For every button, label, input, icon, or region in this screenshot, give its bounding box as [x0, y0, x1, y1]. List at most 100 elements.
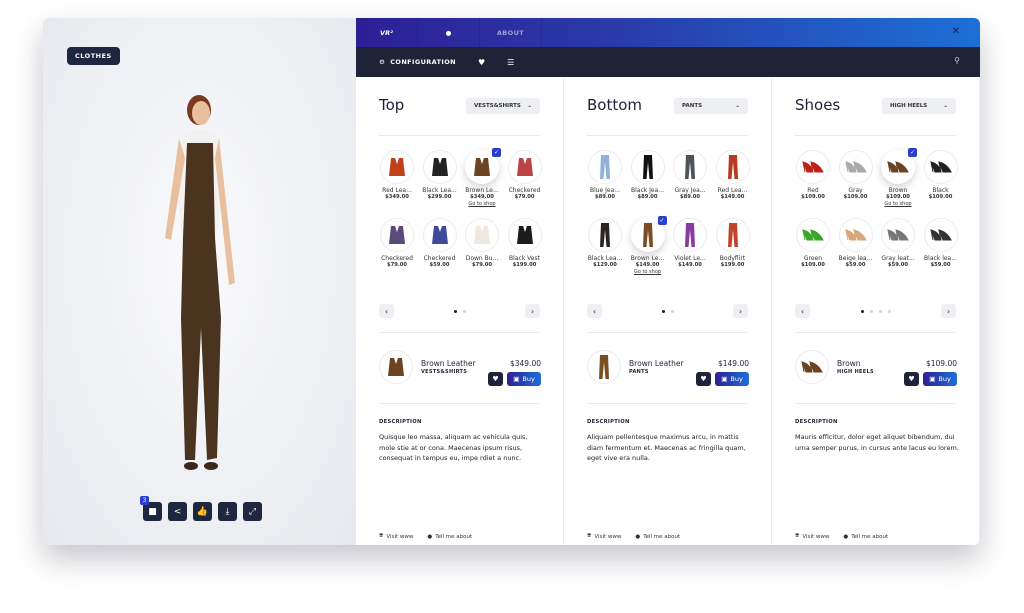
- visit-link[interactable]: 🌐︎ Visit www: [587, 533, 621, 540]
- page-dot[interactable]: [887, 310, 891, 313]
- product-item[interactable]: ✓ Brown $109.00 Go to shop: [877, 148, 919, 207]
- product-name: Brown Le...: [465, 187, 499, 194]
- chat-icon: ●: [843, 533, 849, 540]
- go-to-shop-link[interactable]: Go to shop: [877, 201, 919, 207]
- product-thumbnail[interactable]: [673, 218, 707, 252]
- product-item[interactable]: Green $109.00: [792, 218, 834, 268]
- product-item[interactable]: Black Vest $199.00: [504, 218, 546, 268]
- download-icon-glyph: ⤓: [225, 506, 230, 517]
- product-item[interactable]: Bodyflirt $199.00: [712, 218, 754, 268]
- product-thumbnail[interactable]: ✓: [465, 148, 501, 184]
- product-name: Black Vest: [509, 255, 540, 262]
- product-item[interactable]: Red $109.00: [792, 150, 834, 200]
- nav-about[interactable]: ABOUT: [480, 18, 542, 47]
- product-thumbnail[interactable]: [838, 218, 873, 252]
- logo[interactable]: VR²: [356, 18, 418, 47]
- product-thumbnail[interactable]: [507, 150, 542, 184]
- buy-button[interactable]: ▣ Buy: [923, 372, 957, 386]
- product-thumbnail[interactable]: [796, 218, 830, 252]
- product-thumbnail[interactable]: [881, 218, 915, 252]
- product-item[interactable]: Checkered $79.00: [504, 150, 546, 200]
- product-item[interactable]: ✓ Brown Le... $349.00 Go to shop: [461, 148, 503, 207]
- favorite-button[interactable]: ♥: [696, 372, 711, 386]
- product-item[interactable]: Gray Jea... $89.00: [669, 150, 711, 200]
- product-item[interactable]: Gray leat... $59.00: [877, 218, 919, 268]
- product-thumbnail[interactable]: [630, 150, 665, 184]
- tell-label: Tell me about: [851, 533, 889, 540]
- product-name: Red Lea...: [382, 187, 412, 194]
- next-page-button[interactable]: ›: [733, 304, 748, 318]
- thumbs-up-icon[interactable]: 👍: [193, 502, 212, 521]
- page-dot[interactable]: [878, 310, 882, 313]
- product-thumbnail[interactable]: [422, 218, 457, 252]
- product-thumbnail[interactable]: [796, 150, 830, 184]
- product-item[interactable]: Black Lea... $299.00: [419, 150, 461, 200]
- product-thumbnail[interactable]: [465, 218, 499, 252]
- product-thumbnail[interactable]: [673, 150, 707, 184]
- column-bottom: Bottom PANTS ⌄ Blue Jea... $89.00 Black J…: [564, 77, 772, 545]
- product-thumbnail[interactable]: [588, 218, 622, 252]
- product-thumbnail[interactable]: [380, 150, 414, 184]
- page-dot[interactable]: [869, 310, 873, 313]
- product-thumbnail[interactable]: [715, 150, 750, 184]
- expand-icon[interactable]: ⤢: [243, 502, 262, 521]
- favorite-button[interactable]: ♥: [904, 372, 919, 386]
- product-thumbnail[interactable]: [923, 218, 958, 252]
- page-dot[interactable]: [453, 310, 457, 313]
- category-select[interactable]: PANTS ⌄: [674, 98, 748, 114]
- close-icon[interactable]: ✕: [952, 26, 960, 37]
- product-item[interactable]: Gray $109.00: [835, 150, 877, 200]
- chat-icon[interactable]: ●: [418, 18, 480, 47]
- product-thumbnail[interactable]: [380, 218, 414, 252]
- page-dot[interactable]: [670, 310, 674, 313]
- go-to-shop-link[interactable]: Go to shop: [461, 201, 503, 207]
- page-dot[interactable]: [462, 310, 466, 313]
- product-thumbnail[interactable]: [422, 150, 457, 184]
- visit-link[interactable]: 🌐︎ Visit www: [379, 533, 413, 540]
- product-item[interactable]: Red Lea... $349.00: [376, 150, 418, 200]
- product-item[interactable]: Red Lea... $149.00: [712, 150, 754, 200]
- product-thumbnail[interactable]: [715, 218, 750, 252]
- tell-me-link[interactable]: ● Tell me about: [427, 533, 472, 540]
- product-item[interactable]: Checkered $79.00: [376, 218, 418, 268]
- next-page-button[interactable]: ›: [941, 304, 956, 318]
- product-item[interactable]: Black Lea... $129.00: [584, 218, 626, 268]
- page-dot[interactable]: [860, 310, 864, 313]
- product-item[interactable]: Black $109.00: [920, 150, 962, 200]
- tab-configuration[interactable]: ⚙ CONFIGURATION: [379, 58, 456, 66]
- product-thumbnail[interactable]: [507, 218, 542, 252]
- tell-me-link[interactable]: ● Tell me about: [635, 533, 680, 540]
- search-icon[interactable]: ⚲: [954, 56, 960, 65]
- list-icon[interactable]: ☰: [507, 58, 514, 67]
- visit-link[interactable]: 🌐︎ Visit www: [795, 533, 829, 540]
- product-name: Brown Le...: [630, 255, 665, 262]
- selected-name: Brown Leather: [629, 359, 684, 368]
- download-icon[interactable]: ⤓: [218, 502, 237, 521]
- share-icon[interactable]: <: [168, 502, 187, 521]
- buy-button[interactable]: ▣ Buy: [715, 372, 749, 386]
- category-select[interactable]: VESTS&SHIRTS ⌄: [466, 98, 540, 114]
- shopping-bag-icon: ▣: [929, 375, 936, 383]
- product-thumbnail[interactable]: [588, 150, 622, 184]
- product-item[interactable]: Blue Jea... $89.00: [584, 150, 626, 200]
- product-item[interactable]: Beige lea... $59.00: [835, 218, 877, 268]
- heart-icon[interactable]: ♥: [478, 58, 485, 67]
- product-item[interactable]: Down Bu... $79.00: [461, 218, 503, 268]
- next-page-button[interactable]: ›: [525, 304, 540, 318]
- product-item[interactable]: Black Jea... $89.00: [627, 150, 669, 200]
- product-thumbnail[interactable]: ✓: [630, 216, 667, 252]
- product-item[interactable]: ✓ Brown Le... $149.00 Go to shop: [627, 216, 669, 275]
- product-thumbnail[interactable]: ✓: [881, 148, 917, 184]
- product-item[interactable]: Black lea... $59.00: [920, 218, 962, 268]
- buy-button[interactable]: ▣ Buy: [507, 372, 541, 386]
- category-select[interactable]: HIGH HEELS ⌄: [882, 98, 956, 114]
- tell-me-link[interactable]: ● Tell me about: [843, 533, 888, 540]
- page-dot[interactable]: [661, 310, 665, 313]
- favorite-button[interactable]: ♥: [488, 372, 503, 386]
- product-thumbnail[interactable]: [923, 150, 958, 184]
- product-thumbnail[interactable]: [838, 150, 873, 184]
- video-icon[interactable]: ■ 3: [140, 496, 162, 521]
- go-to-shop-link[interactable]: Go to shop: [627, 269, 669, 275]
- product-item[interactable]: Checkered $59.00: [419, 218, 461, 268]
- product-item[interactable]: Violet Le... $149.00: [669, 218, 711, 268]
